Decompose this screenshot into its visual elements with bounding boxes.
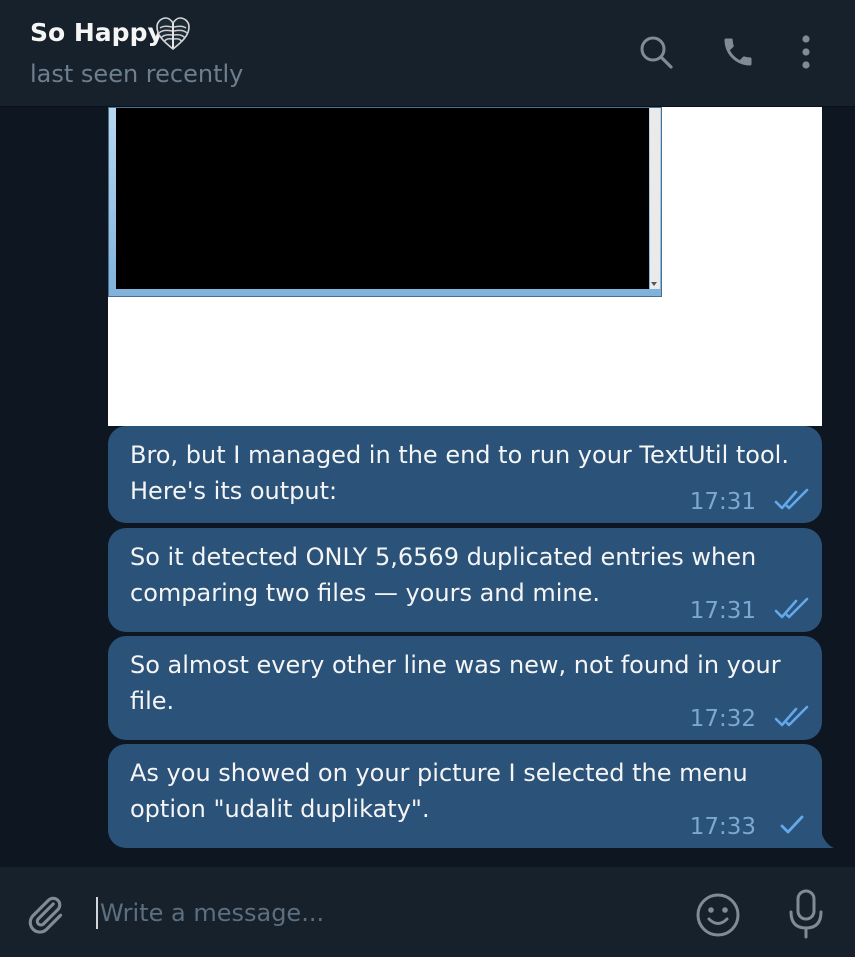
message-bubble[interactable]: So almost every other line was new, not … [108,636,822,740]
image-message[interactable] [108,107,822,426]
message-time: 17:31 [689,489,756,515]
double-check-icon [774,597,809,619]
microphone-icon [789,889,823,939]
heart-xray-emoji [156,17,190,51]
message-bubble[interactable]: So it detected ONLY 5,6569 duplicated en… [108,528,822,632]
call-button[interactable] [716,30,760,74]
chat-title[interactable]: So Happy [30,18,164,47]
chat-status: last seen recently [30,60,244,88]
message-list[interactable]: Bro, but I managed in the end to run you… [0,107,855,867]
more-button[interactable] [784,30,828,74]
search-icon [640,36,673,69]
message-time: 17:32 [689,706,756,732]
message-bubble[interactable]: Bro, but I managed in the end to run you… [108,426,822,523]
console-screenshot [108,107,662,297]
check-icon [780,815,804,834]
paperclip-icon [28,896,63,934]
message-time: 17:33 [689,814,756,840]
message-input[interactable] [100,891,660,935]
double-check-icon [774,705,809,727]
more-vertical-icon [802,35,810,69]
attach-button[interactable] [20,889,70,939]
bubble-tail [812,828,834,848]
scroll-down-arrow-icon [651,282,657,286]
message-composer [0,867,855,957]
message-bubble[interactable]: As you showed on your picture I selected… [108,744,822,848]
console-output-area [116,108,649,289]
console-scrollbar [650,108,660,289]
text-caret [96,897,98,929]
search-button[interactable] [634,30,678,74]
voice-button[interactable] [782,887,830,941]
double-check-icon [774,488,809,510]
message-time: 17:31 [689,598,756,624]
chat-header: So Happy last seen recently [0,0,855,107]
smile-icon [696,893,740,937]
phone-icon [724,38,752,66]
emoji-button[interactable] [693,890,743,940]
